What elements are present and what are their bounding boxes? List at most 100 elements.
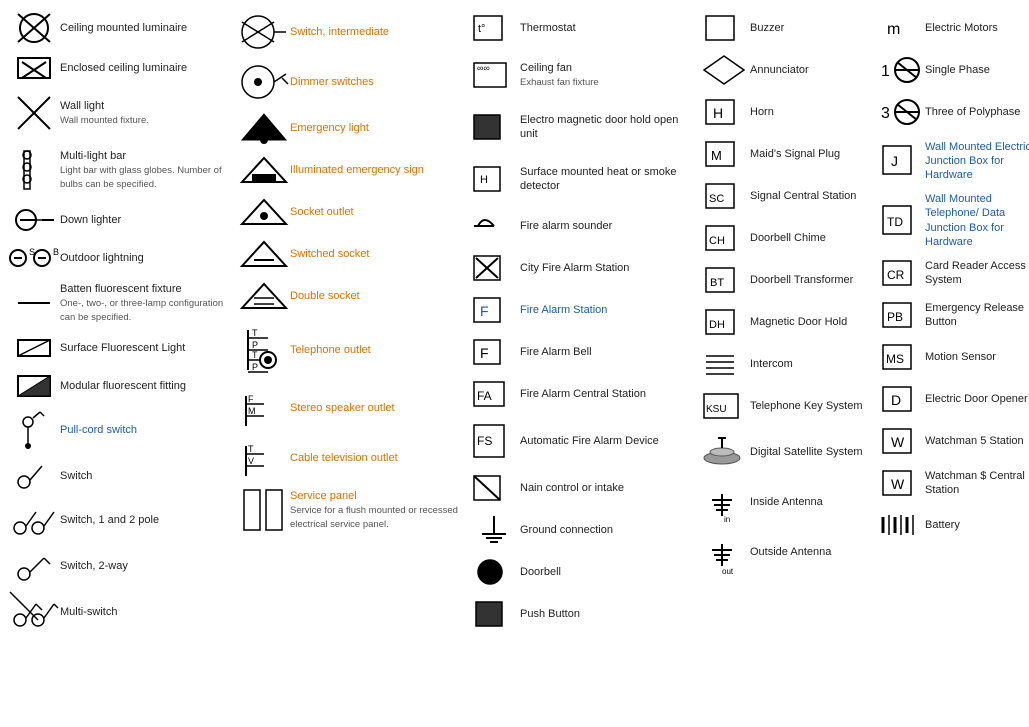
label-telephone-outlet: Telephone outlet	[290, 343, 460, 357]
item-motion-sensor: MS Motion Sensor	[873, 337, 1029, 377]
column-5: m Electric Motors 1 Single Phase 3	[869, 8, 1029, 634]
item-telephone-outlet: T P T P Telephone outlet	[238, 318, 460, 382]
item-doorbell-chime: CH Doorbell Chime	[698, 218, 865, 258]
label-watchman-central: Watchman $ Central Station	[925, 469, 1029, 498]
item-wall-light: Wall lightWall mounted fixture.	[8, 88, 230, 138]
symbol-wall-junction-j: J	[873, 136, 925, 186]
label-dimmer: Dimmer switches	[290, 75, 460, 89]
item-wall-junction-j: J Wall Mounted Electrical Junction Box f…	[873, 134, 1029, 188]
label-digital-satellite: Digital Satellite System	[750, 445, 865, 459]
label-surface-heat: Surface mounted heat or smoke detector	[520, 165, 690, 194]
svg-text:∞∞: ∞∞	[477, 63, 490, 73]
item-switch-intermediate: Switch, intermediate	[238, 8, 460, 56]
item-magnetic-door: DH Magnetic Door Hold	[698, 302, 865, 342]
symbol-motion-sensor: MS	[873, 339, 925, 375]
item-wall-junction-td: TD Wall Mounted Telephone/ Data Junction…	[873, 190, 1029, 251]
symbol-fire-alarm-sounder	[468, 208, 520, 244]
svg-text:F: F	[480, 345, 489, 361]
label-main-control: Nain control or intake	[520, 481, 690, 495]
column-1: Ceiling mounted luminaire Enclosed ceili…	[4, 8, 234, 634]
symbol-wall-junction-td: TD	[873, 196, 925, 246]
symbol-ceiling-fan: ∞∞	[468, 57, 520, 93]
item-signal-central: SC Signal Central Station	[698, 176, 865, 216]
label-magnetic-door: Magnetic Door Hold	[750, 315, 865, 329]
item-main-control: Nain control or intake	[468, 468, 690, 508]
label-three-polyphase: Three of Polyphase	[925, 105, 1029, 119]
label-fire-bell: Fire Alarm Bell	[520, 345, 690, 359]
label-cable-tv: Cable television outlet	[290, 451, 460, 465]
item-ground: Ground connection	[468, 510, 690, 550]
symbol-enclosed-ceiling	[8, 52, 60, 84]
symbol-watchman-station: W	[873, 423, 925, 459]
column-3: t° Thermostat ∞∞ Ceiling fanExhaust fan …	[464, 8, 694, 634]
svg-text:H: H	[713, 105, 723, 121]
item-electro-magnetic: Electro magnetic door hold open unit	[468, 102, 690, 152]
column-2: Switch, intermediate Dimmer switches	[234, 8, 464, 634]
item-switched-socket: Switched socket	[238, 234, 460, 274]
item-watchman-central: W Watchman $ Central Station	[873, 463, 1029, 503]
symbol-intercom	[698, 346, 750, 382]
svg-text:SC: SC	[709, 193, 724, 205]
item-pull-cord: Pull-cord switch	[8, 406, 230, 454]
symbol-single-phase: 1	[873, 52, 925, 88]
svg-text:BT: BT	[710, 277, 724, 289]
svg-text:F: F	[480, 303, 489, 319]
item-card-reader: CR Card Reader Access System	[873, 253, 1029, 293]
symbol-switched-socket	[238, 236, 290, 272]
symbol-digital-satellite	[698, 430, 750, 474]
label-ceiling-fan: Ceiling fanExhaust fan fixture	[520, 61, 690, 90]
svg-text:MS: MS	[886, 352, 904, 366]
column-4: Buzzer Annunciator H Horn	[694, 8, 869, 634]
label-electric-door: Electric Door Opener	[925, 392, 1029, 406]
label-outside-antenna: Outside Antenna	[750, 545, 865, 559]
label-emergency-light: Emergency light	[290, 121, 460, 135]
label-doorbell-chime: Doorbell Chime	[750, 231, 865, 245]
symbol-emergency-light	[238, 110, 290, 146]
symbol-emergency-release: PB	[873, 297, 925, 333]
label-batten: Batten fluorescent fixtureOne-, two-, or…	[60, 282, 230, 325]
svg-text:FS: FS	[477, 434, 492, 448]
symbol-electric-motors: m	[873, 10, 925, 46]
svg-text:CR: CR	[887, 268, 905, 282]
label-stereo-speaker: Stereo speaker outlet	[290, 401, 460, 415]
symbol-dimmer	[238, 60, 290, 104]
symbol-doorbell	[468, 554, 520, 590]
item-doorbell: Doorbell	[468, 552, 690, 592]
symbol-stereo-speaker: F M	[238, 386, 290, 430]
svg-text:M: M	[248, 406, 256, 416]
label-emergency-release: Emergency Release Button	[925, 301, 1029, 330]
svg-text:DH: DH	[709, 319, 725, 331]
item-electric-motors: m Electric Motors	[873, 8, 1029, 48]
label-multi-switch: Multi-switch	[60, 605, 230, 619]
symbol-maids-signal: M	[698, 136, 750, 172]
svg-text:t°: t°	[478, 23, 485, 35]
label-outdoor: Outdoor lightning	[60, 251, 230, 265]
svg-text:TD: TD	[887, 215, 903, 229]
item-three-polyphase: 3 Three of Polyphase	[873, 92, 1029, 132]
item-ceiling-fan: ∞∞ Ceiling fanExhaust fan fixture	[468, 50, 690, 100]
label-annunciator: Annunciator	[750, 63, 865, 77]
item-doorbell-transformer: BT Doorbell Transformer	[698, 260, 865, 300]
label-fire-station: Fire Alarm Station	[520, 303, 690, 317]
label-ceiling-luminaire: Ceiling mounted luminaire	[60, 21, 230, 35]
label-wall-junction-j: Wall Mounted Electrical Junction Box for…	[925, 140, 1029, 183]
symbol-down-lighter	[8, 205, 60, 235]
symbol-doorbell-chime: CH	[698, 220, 750, 256]
label-ground: Ground connection	[520, 523, 690, 537]
item-stereo-speaker: F M Stereo speaker outlet	[238, 384, 460, 432]
item-batten: Batten fluorescent fixtureOne-, two-, or…	[8, 278, 230, 328]
symbol-switch	[8, 458, 60, 494]
label-inside-antenna: Inside Antenna	[750, 495, 865, 509]
label-intercom: Intercom	[750, 357, 865, 371]
symbol-fire-central: FA	[468, 376, 520, 412]
label-double-socket: Double socket	[290, 289, 460, 303]
item-double-socket: Double socket	[238, 276, 460, 316]
label-enclosed-ceiling: Enclosed ceiling luminaire	[60, 61, 230, 75]
symbol-doorbell-transformer: BT	[698, 262, 750, 298]
label-card-reader: Card Reader Access System	[925, 259, 1029, 288]
item-annunciator: Annunciator	[698, 50, 865, 90]
symbol-illuminated-emergency	[238, 152, 290, 188]
symbol-multi-light	[8, 145, 60, 195]
symbol-main-control	[468, 470, 520, 506]
svg-text:D: D	[891, 392, 901, 408]
